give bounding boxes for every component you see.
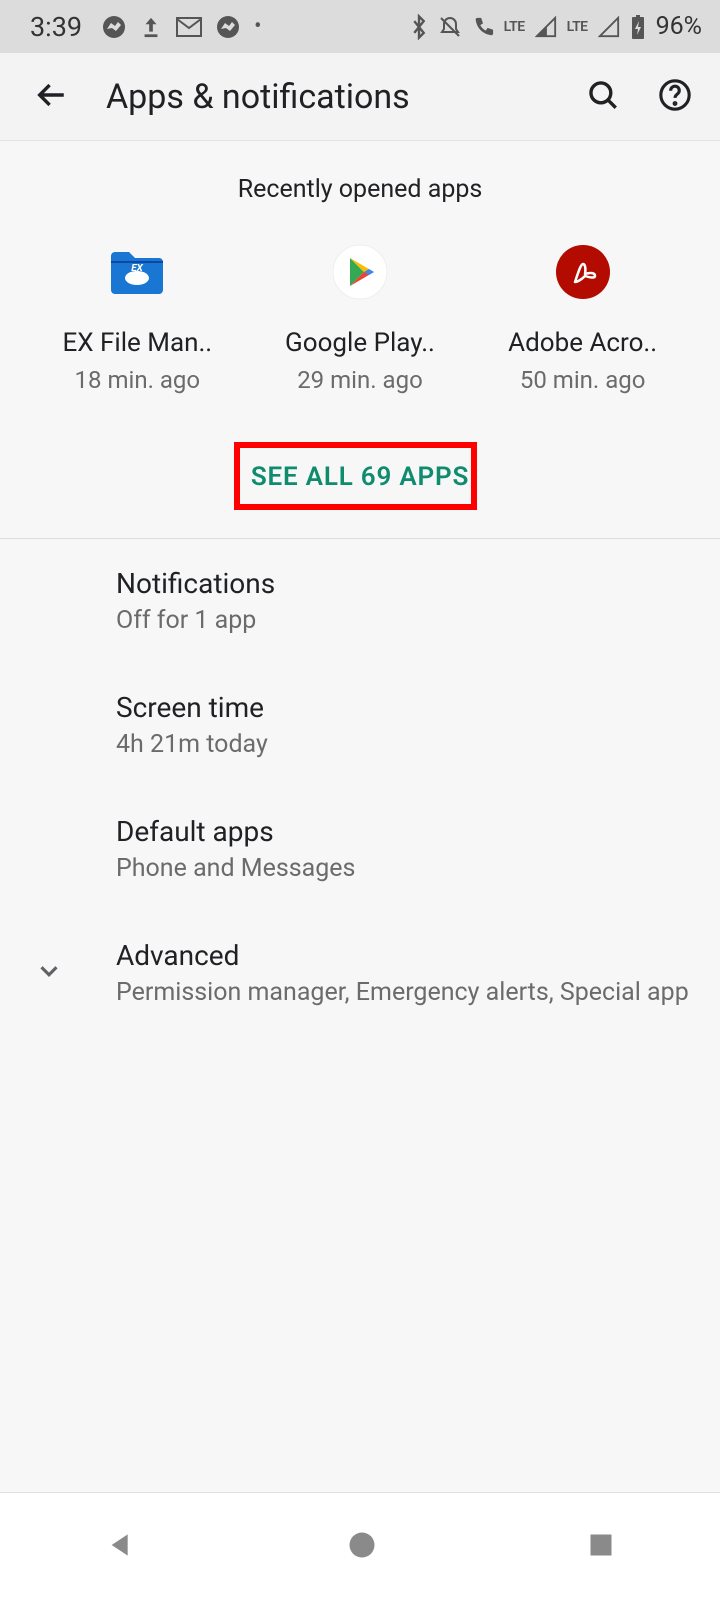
- signal-icon-2: [598, 16, 620, 38]
- app-time: 50 min. ago: [520, 366, 646, 394]
- battery-percent: 96%: [656, 12, 702, 41]
- google-play-icon: [332, 244, 388, 300]
- page-title: Apps & notifications: [106, 77, 580, 117]
- upload-icon: [140, 15, 162, 39]
- signal-icon-1: [535, 16, 557, 38]
- help-button[interactable]: [652, 72, 698, 122]
- recent-apps-section: Recently opened apps EX EX File Man.. 18…: [0, 175, 720, 538]
- lte-label: LTE: [567, 19, 588, 35]
- messenger-icon: [216, 15, 240, 39]
- status-clock: 3:39: [30, 11, 82, 43]
- list-subtitle: Off for 1 app: [116, 606, 694, 635]
- recent-app-2[interactable]: Adobe Acro.. 50 min. ago: [478, 244, 688, 394]
- app-time: 29 min. ago: [297, 366, 423, 394]
- default-apps-item[interactable]: Default apps Phone and Messages: [0, 787, 720, 911]
- call-icon: [472, 16, 494, 38]
- app-name: Google Play..: [285, 328, 435, 358]
- list-title: Advanced: [116, 939, 694, 972]
- battery-icon: [630, 15, 646, 39]
- status-bar: 3:39 • LTE LTE: [0, 0, 720, 53]
- app-bar: Apps & notifications: [0, 53, 720, 141]
- list-subtitle: Permission manager, Emergency alerts, Sp…: [116, 978, 694, 1007]
- svg-text:EX: EX: [132, 263, 144, 274]
- list-title: Default apps: [116, 815, 694, 848]
- dnd-icon: [438, 14, 462, 40]
- messenger-icon: [102, 15, 126, 39]
- bluetooth-icon: [410, 14, 428, 40]
- screen-time-item[interactable]: Screen time 4h 21m today: [0, 663, 720, 787]
- back-button[interactable]: [26, 70, 76, 124]
- see-all-apps-button[interactable]: SEE ALL 69 APPS: [225, 444, 495, 510]
- list-subtitle: 4h 21m today: [116, 730, 694, 759]
- recent-app-1[interactable]: Google Play.. 29 min. ago: [255, 244, 465, 394]
- more-notifications-icon: •: [254, 14, 261, 39]
- recent-app-0[interactable]: EX EX File Man.. 18 min. ago: [32, 244, 242, 394]
- notifications-item[interactable]: Notifications Off for 1 app: [0, 539, 720, 663]
- app-time: 18 min. ago: [75, 366, 201, 394]
- list-title: Screen time: [116, 691, 694, 724]
- nav-back-button[interactable]: [45, 1509, 197, 1585]
- ex-file-manager-icon: EX: [109, 244, 165, 300]
- app-name: EX File Man..: [62, 328, 212, 358]
- chevron-down-icon: [34, 956, 64, 990]
- list-title: Notifications: [116, 567, 694, 600]
- search-button[interactable]: [580, 72, 626, 122]
- nav-recents-button[interactable]: [527, 1511, 675, 1583]
- app-name: Adobe Acro..: [508, 328, 657, 358]
- list-subtitle: Phone and Messages: [116, 854, 694, 883]
- recent-apps-header: Recently opened apps: [0, 175, 720, 204]
- gmail-icon: [176, 17, 202, 37]
- advanced-item[interactable]: Advanced Permission manager, Emergency a…: [0, 911, 720, 1035]
- navigation-bar: [0, 1492, 720, 1600]
- adobe-acrobat-icon: [555, 244, 611, 300]
- lte-label: LTE: [504, 19, 525, 35]
- nav-home-button[interactable]: [287, 1510, 437, 1584]
